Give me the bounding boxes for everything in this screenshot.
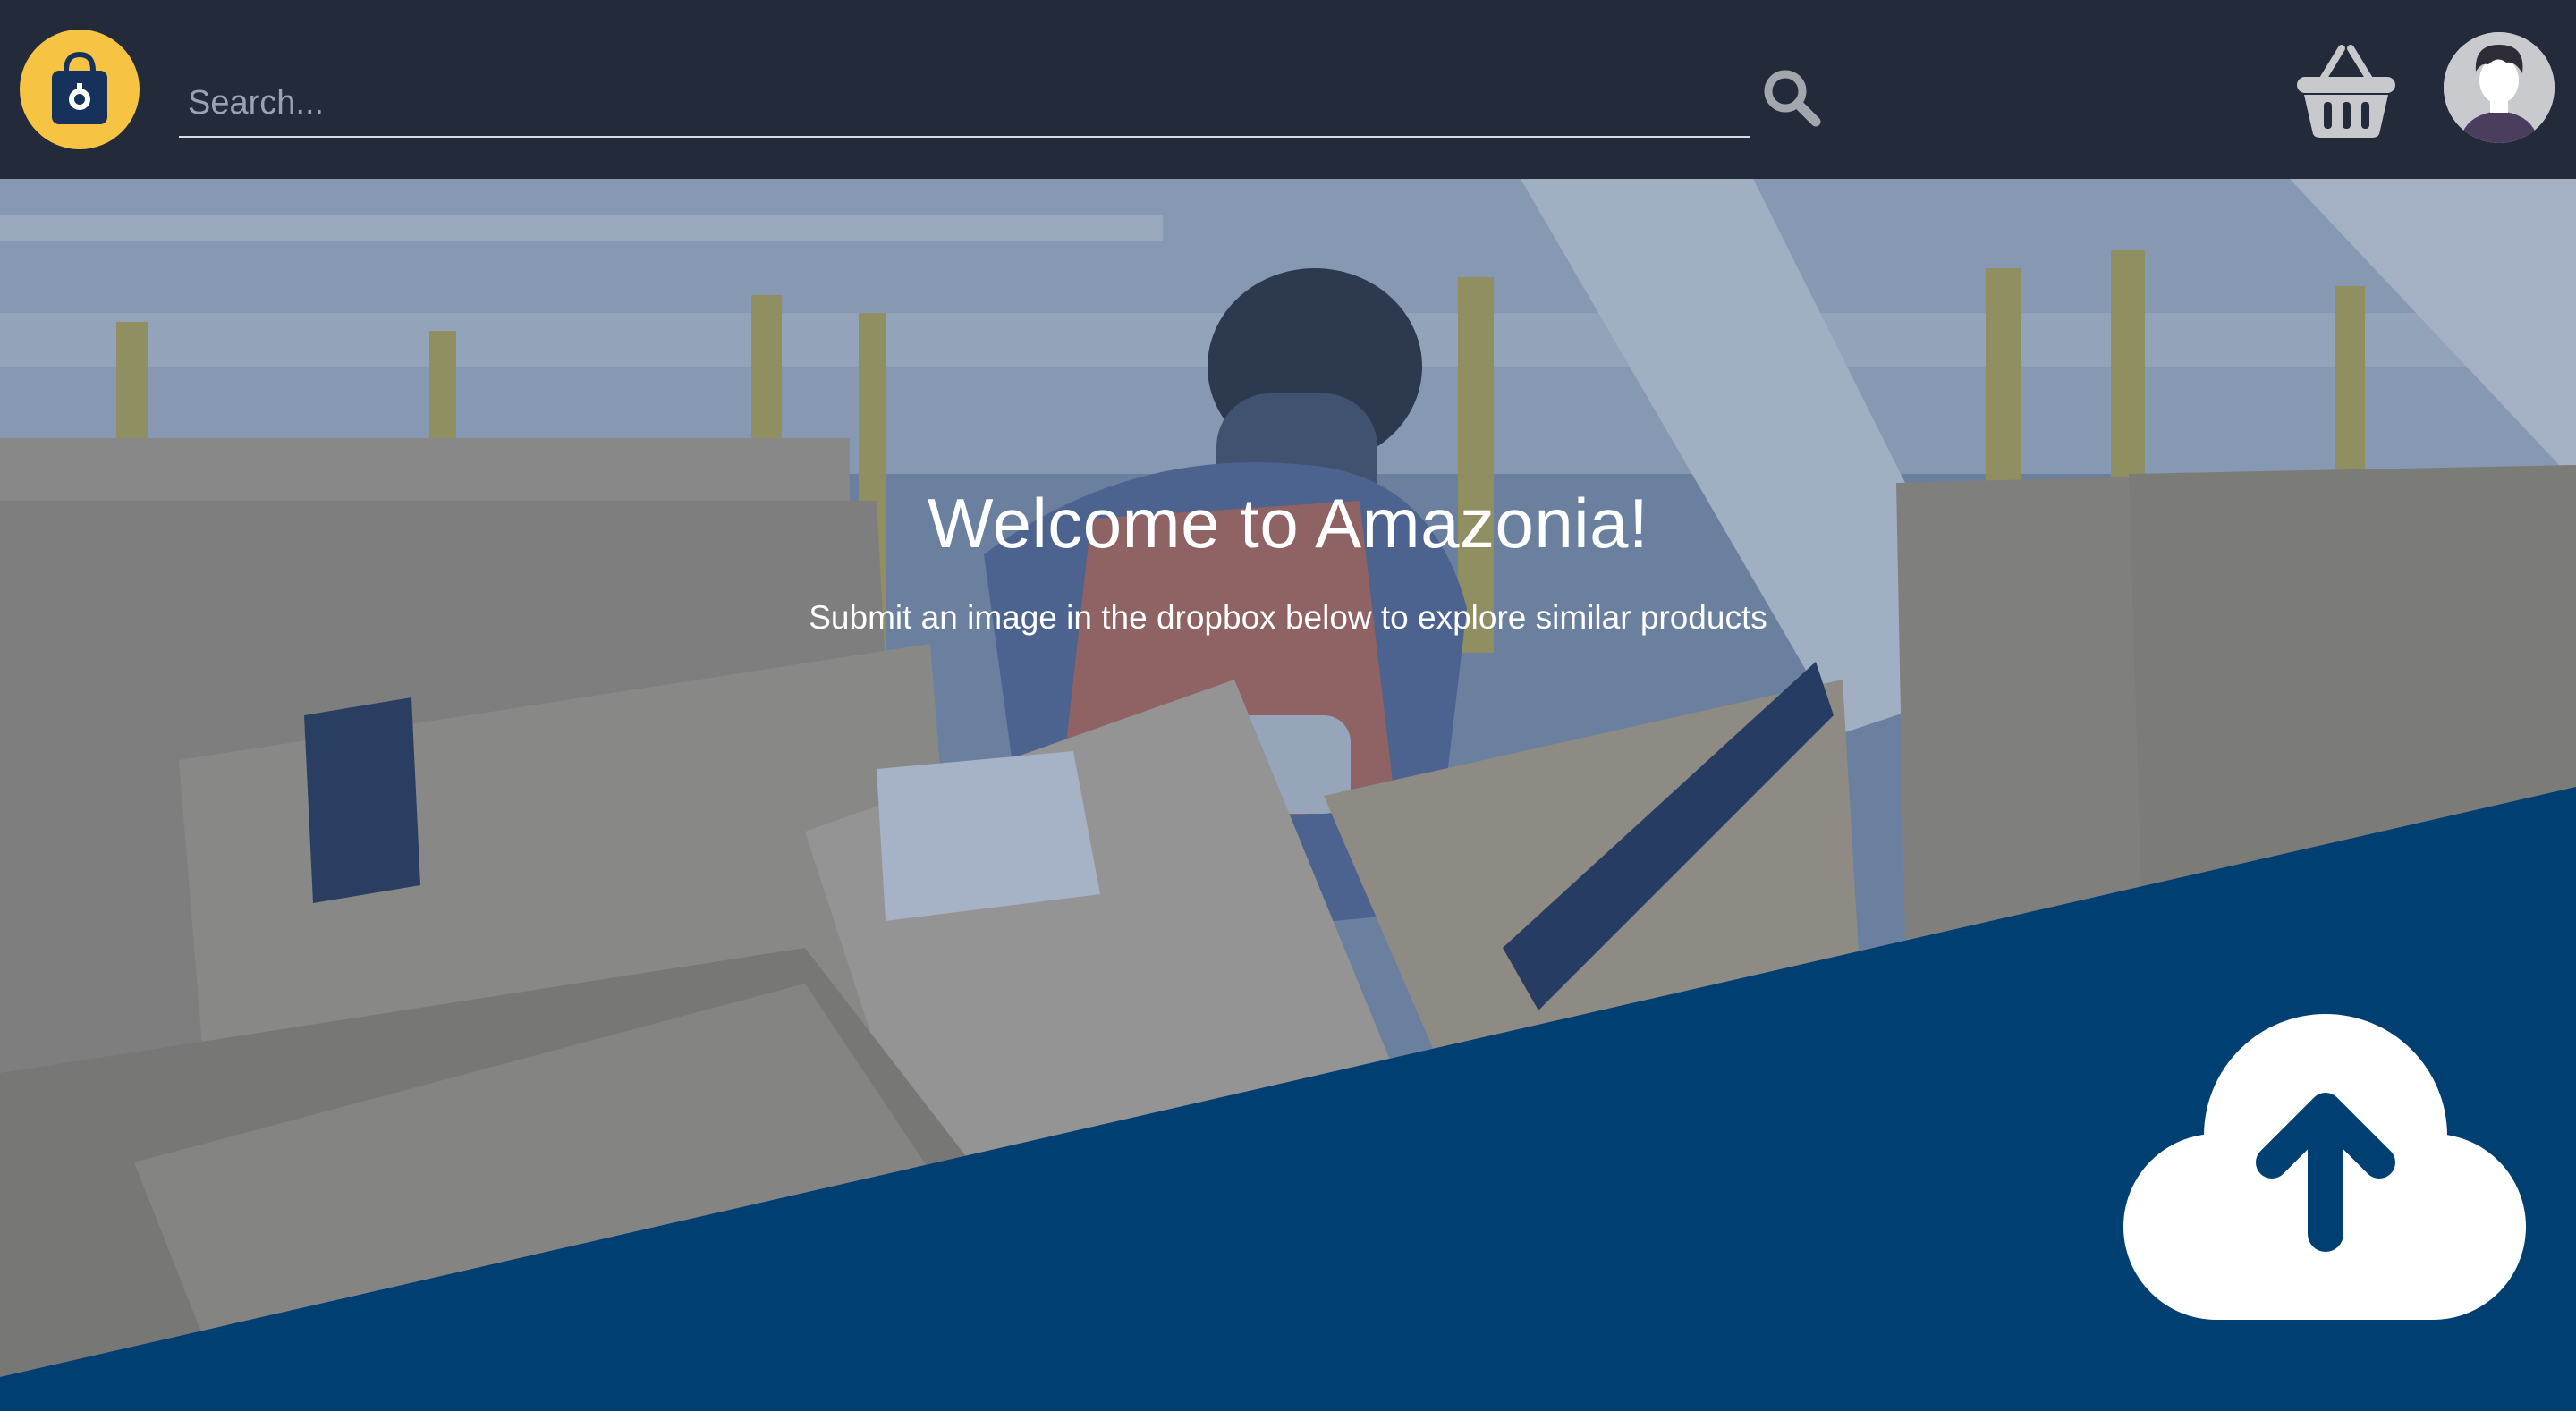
user-avatar-icon — [2444, 32, 2555, 143]
top-navbar — [0, 0, 2576, 179]
basket-icon — [2297, 45, 2395, 138]
search-button[interactable] — [1760, 66, 1823, 129]
hero-section: Welcome to Amazonia! Submit an image in … — [0, 179, 2576, 1411]
search-input[interactable] — [179, 72, 1750, 134]
user-avatar[interactable] — [2444, 32, 2555, 143]
hero-title: Welcome to Amazonia! — [927, 484, 1649, 562]
shopping-bag-icon — [52, 51, 107, 124]
search-bar — [179, 72, 1750, 138]
cart-button[interactable] — [2295, 41, 2397, 139]
cloud-upload-icon — [2123, 1014, 2526, 1320]
image-dropbox[interactable] — [2120, 1010, 2531, 1332]
logo[interactable] — [20, 30, 140, 149]
hero-subtitle: Submit an image in the dropbox below to … — [809, 599, 1767, 636]
search-icon — [1764, 70, 1821, 127]
